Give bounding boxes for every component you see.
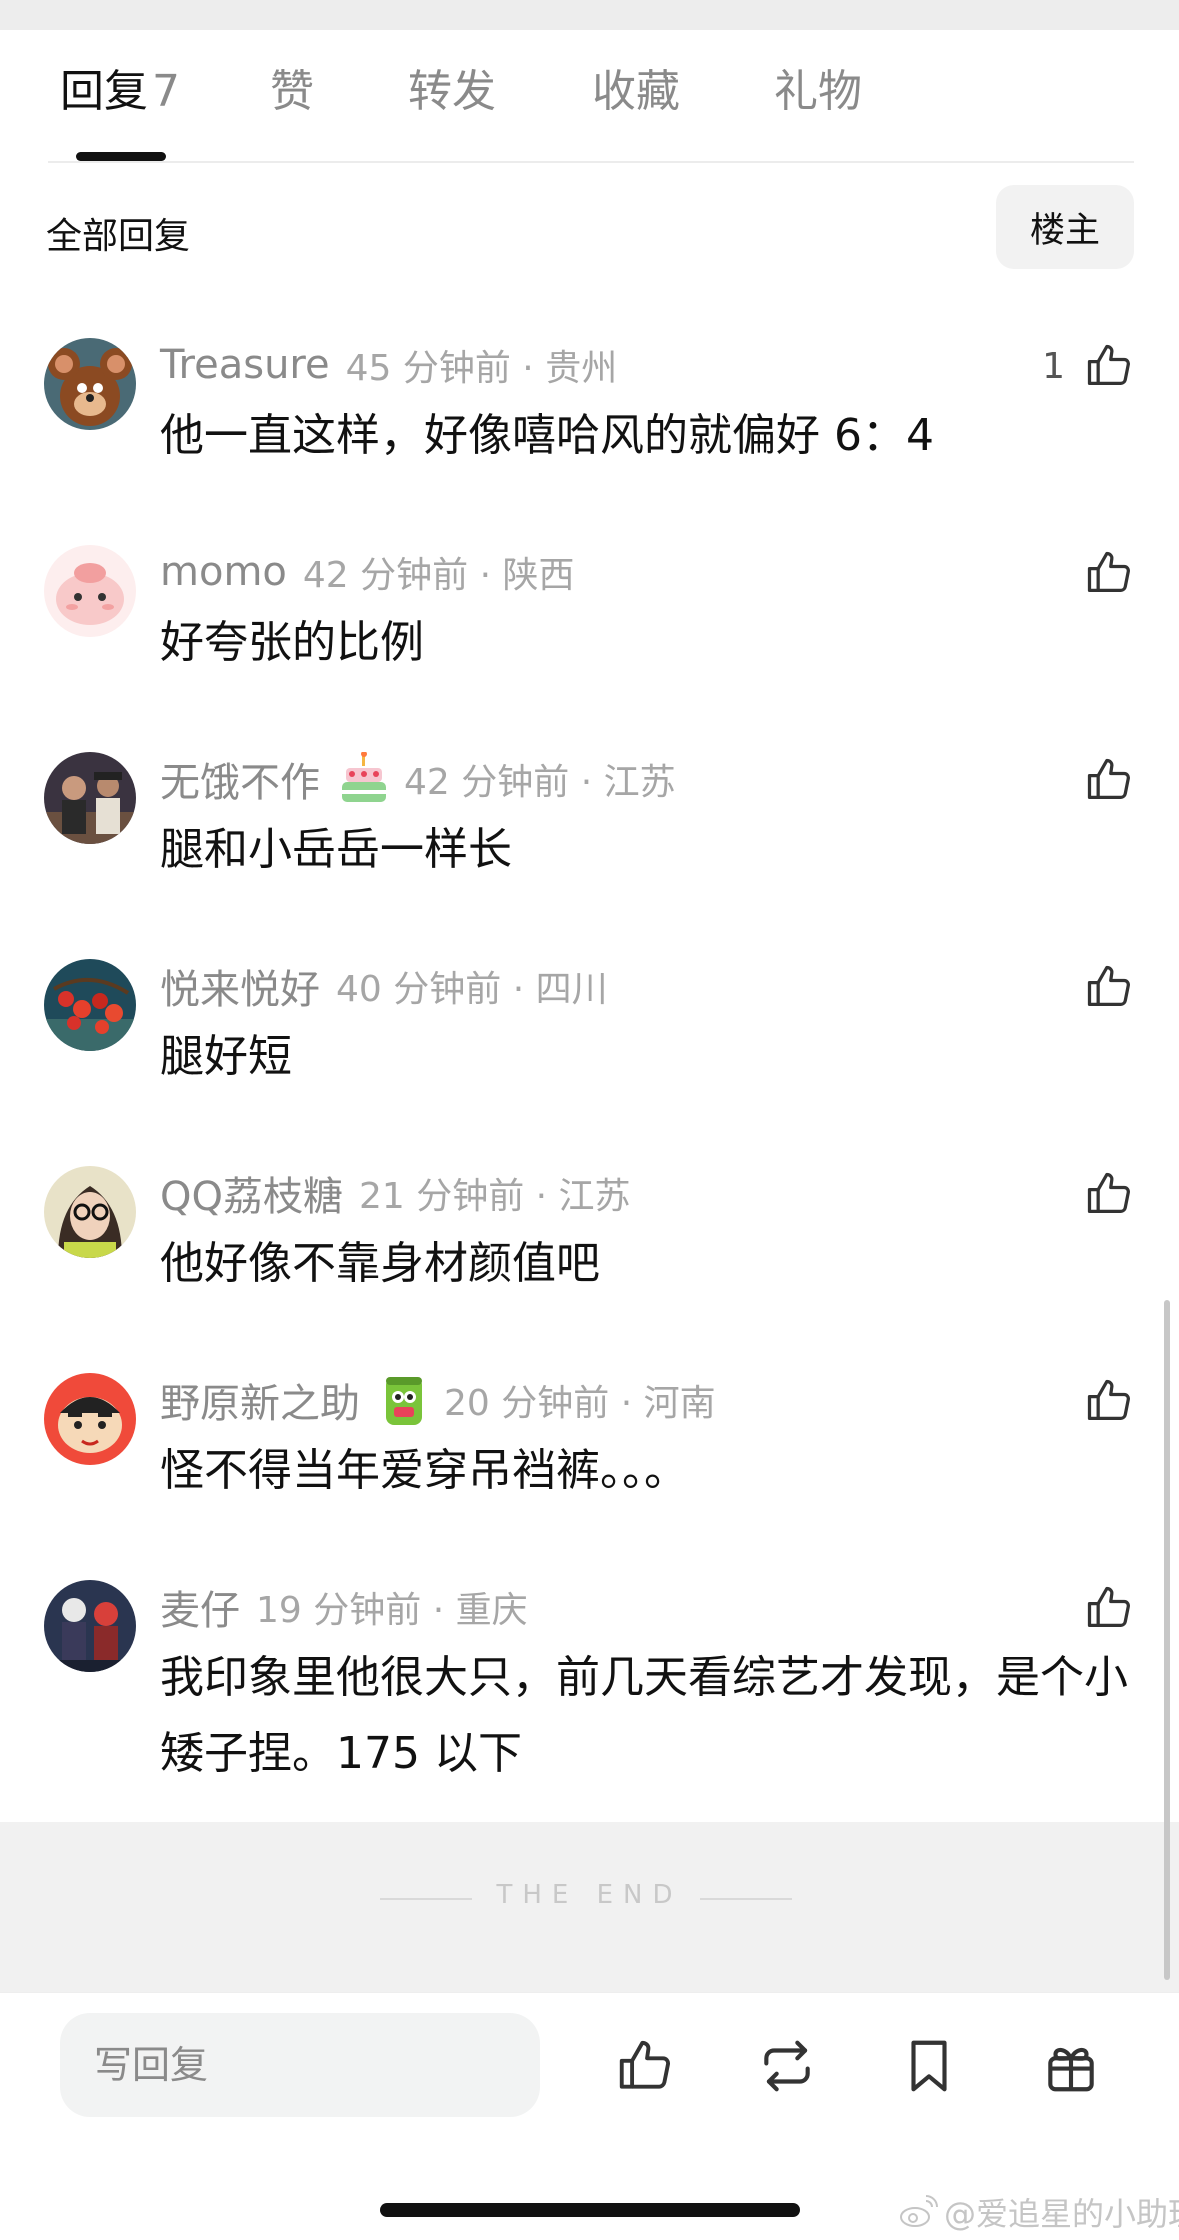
username[interactable]: 无饿不作 <box>160 750 320 808</box>
username[interactable]: momo <box>160 549 287 595</box>
end-divider-right <box>700 1898 792 1900</box>
tab-replies[interactable]: 回复7 <box>60 70 180 114</box>
comment-text: 他好像不靠身材颜值吧 <box>160 1238 600 1289</box>
comment-text: 腿好短 <box>160 1031 292 1082</box>
crayon-shin-chan-avatar[interactable] <box>44 1373 136 1465</box>
pink-blob-avatar[interactable] <box>44 545 136 637</box>
cake-badge-icon <box>340 751 388 806</box>
time-location: 21 分钟前 · 江苏 <box>358 1176 631 1217</box>
thumbs-up-icon <box>1087 1172 1130 1213</box>
tab-likes-label: 赞 <box>270 66 314 117</box>
thumbs-up-icon <box>1087 965 1130 1006</box>
thumbs-up-icon <box>1087 758 1130 799</box>
tab-reposts-label: 转发 <box>408 66 496 117</box>
bottom-action-bar: @爱追星的小助理 <box>0 1992 1179 2240</box>
tab-favorites-label: 收藏 <box>592 66 680 117</box>
username[interactable]: 悦来悦好 <box>160 957 320 1015</box>
thumbs-up-icon <box>1087 551 1130 592</box>
comment-text: 好夸张的比例 <box>160 617 424 668</box>
active-tab-indicator <box>76 152 166 161</box>
comment-text: 我印象里他很大只，前几天看综艺才发现，是个小矮子捏。175 以下 <box>160 1652 1128 1779</box>
scrollbar[interactable] <box>1164 1300 1170 1980</box>
like-button[interactable] <box>1083 1580 1135 1636</box>
like-count: 1 <box>1042 345 1065 387</box>
like-button[interactable] <box>1083 959 1135 1015</box>
thumbs-up-icon <box>1087 344 1130 385</box>
like-button[interactable] <box>1083 1166 1135 1222</box>
username[interactable]: QQ荔枝糖 <box>160 1164 343 1222</box>
weibo-logo-icon <box>900 2195 938 2227</box>
op-only-button[interactable]: 楼主 <box>996 185 1134 269</box>
watermark: @爱追星的小助理 <box>898 2189 1179 2235</box>
tabs-divider <box>48 161 1134 163</box>
tab-replies-label: 回复 <box>60 66 148 117</box>
girl-glasses-avatar[interactable] <box>44 1166 136 1258</box>
reply-input[interactable] <box>60 2013 540 2117</box>
thumbs-up-icon <box>1087 1379 1130 1420</box>
comment-text: 他一直这样，好像嘻哈风的就偏好 6：4 <box>160 410 934 461</box>
movie-still-avatar[interactable] <box>44 752 136 844</box>
time-location: 20 分钟前 · 河南 <box>444 1383 716 1424</box>
tab-bar: 回复7 赞 转发 收藏 礼物 <box>0 30 1179 163</box>
time-location: 19 分钟前 · 重庆 <box>256 1590 528 1631</box>
tab-replies-count: 7 <box>152 66 180 117</box>
time-location: 42 分钟前 · 陕西 <box>302 555 575 596</box>
red-berries-avatar[interactable] <box>44 959 136 1051</box>
comment-meta: QQ荔枝糖 21 分钟前 · 江苏 <box>160 1168 631 1220</box>
like-button[interactable] <box>1083 545 1135 601</box>
tab-reposts[interactable]: 转发 <box>408 70 496 114</box>
tab-likes[interactable]: 赞 <box>270 70 314 114</box>
watermark-text: @爱追星的小助理 <box>944 2195 1179 2233</box>
comment-meta: 悦来悦好 40 分钟前 · 四川 <box>160 961 608 1013</box>
all-replies-title: 全部回复 <box>46 216 191 257</box>
username[interactable]: Treasure <box>160 342 330 388</box>
green-can-badge-icon <box>380 1373 428 1427</box>
username[interactable]: 野原新之助 <box>160 1371 360 1429</box>
tab-gifts[interactable]: 礼物 <box>774 70 862 114</box>
jerry-mouse-avatar[interactable] <box>44 338 136 430</box>
anime-figures-avatar[interactable] <box>44 1580 136 1672</box>
home-indicator <box>380 2203 800 2217</box>
comment-meta: Treasure 45 分钟前 · 贵州 <box>160 340 617 390</box>
time-location: 42 分钟前 · 江苏 <box>404 762 676 803</box>
comment-meta: 麦仔 19 分钟前 · 重庆 <box>160 1582 528 1634</box>
bookmark-icon[interactable] <box>898 2035 960 2097</box>
repost-icon[interactable] <box>756 2035 818 2097</box>
replies-subheader: 全部回复 楼主 <box>0 185 1179 270</box>
like-icon[interactable] <box>614 2035 676 2097</box>
comment-meta: 野原新之助 20 分钟前 · 河南 <box>160 1373 716 1427</box>
end-of-list: THE END <box>0 1822 1179 1992</box>
gift-icon[interactable] <box>1040 2035 1102 2097</box>
time-location: 45 分钟前 · 贵州 <box>345 348 618 389</box>
like-button[interactable] <box>1083 752 1135 808</box>
time-location: 40 分钟前 · 四川 <box>336 969 608 1010</box>
comment-meta: momo 42 分钟前 · 陕西 <box>160 547 574 597</box>
end-label: THE END <box>496 1880 683 1910</box>
comment-meta: 无饿不作 42 分钟前 · 江苏 <box>160 751 676 806</box>
username[interactable]: 麦仔 <box>160 1578 240 1636</box>
like-button[interactable]: 1 <box>1042 338 1135 394</box>
thumbs-up-icon <box>1087 1586 1130 1627</box>
comment-text: 腿和小岳岳一样长 <box>160 824 512 875</box>
comment-text: 怪不得当年爱穿吊裆裤。。。 <box>160 1445 688 1496</box>
tab-favorites[interactable]: 收藏 <box>592 70 680 114</box>
like-button[interactable] <box>1083 1373 1135 1429</box>
top-strip <box>0 0 1179 30</box>
tab-gifts-label: 礼物 <box>774 66 862 117</box>
